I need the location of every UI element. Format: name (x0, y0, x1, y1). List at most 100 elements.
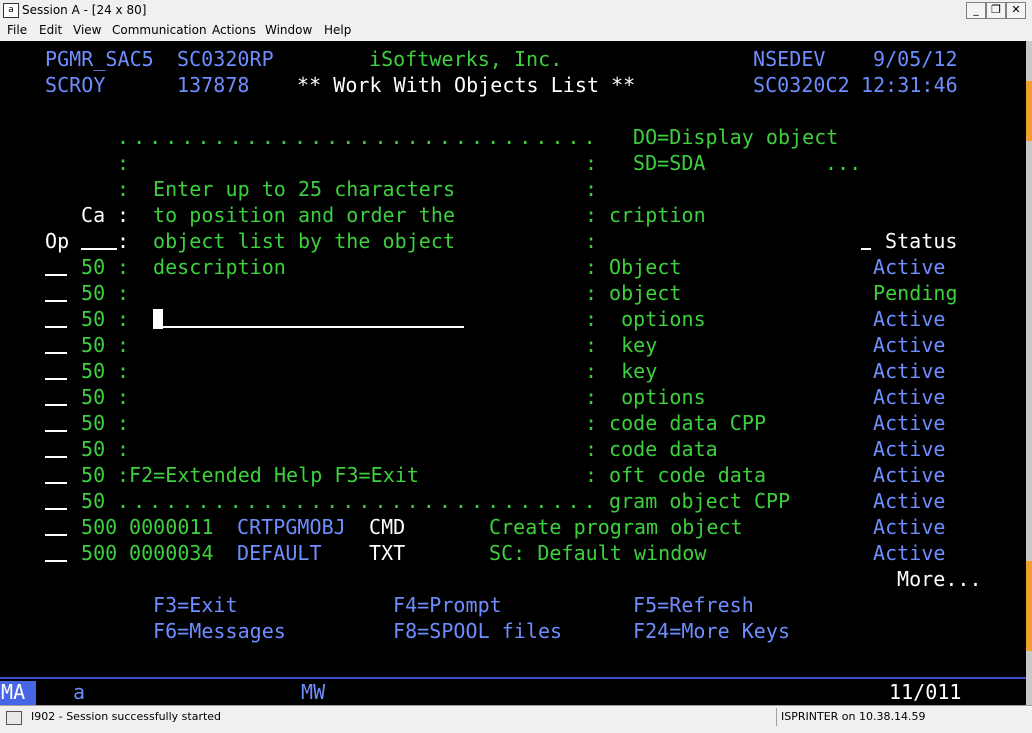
f6-messages-key[interactable]: F6=Messages (153, 618, 286, 644)
session-app-icon: a (3, 3, 19, 18)
popup-right-border: : (585, 411, 598, 435)
minimize-button[interactable]: _ (966, 2, 986, 19)
status-message: I902 - Session successfully started (31, 710, 222, 723)
popup-instruction-line: Enter up to 25 characters (153, 177, 456, 201)
row-status: Active (873, 463, 946, 487)
option-input[interactable] (45, 534, 67, 536)
column-header-ca: Ca (81, 203, 106, 227)
more-indicator: More... (897, 567, 982, 591)
popup-right-border: : (585, 437, 598, 461)
option-input[interactable] (45, 274, 67, 276)
popup-left-border: : (117, 151, 130, 175)
row-description: SC: Default window (489, 541, 707, 565)
row-number: 50 (81, 359, 106, 383)
menu-help[interactable]: Help (324, 23, 351, 37)
popup-left-border: : (117, 359, 130, 383)
position-description-input[interactable] (153, 326, 464, 328)
printer-status-panel: ISPRINTER on 10.38.14.59 (776, 708, 1027, 726)
option-input[interactable] (45, 326, 67, 328)
row-number: 500 (81, 515, 118, 539)
popup-instruction-line: to position and order the (153, 203, 456, 227)
restore-button[interactable]: ❐ (986, 2, 1006, 19)
row-number: 50 (81, 333, 106, 357)
option-input[interactable] (45, 508, 67, 510)
row-number: 50 (81, 411, 106, 435)
row-number: 50 (81, 489, 106, 513)
position-to-field[interactable] (81, 248, 117, 250)
option-display-object: DO=Display object (633, 125, 839, 149)
row-status: Active (873, 411, 946, 435)
option-input[interactable] (45, 378, 67, 380)
f4-prompt-key[interactable]: F4=Prompt (393, 592, 502, 618)
f3-exit-key[interactable]: F3=Exit (153, 592, 238, 618)
popup-right-border: : (585, 333, 598, 357)
popup-instruction-line: description (153, 255, 286, 279)
row-status: Active (873, 385, 946, 409)
menu-view[interactable]: View (73, 23, 101, 37)
row-status: Active (873, 437, 946, 461)
popup-instruction-line: object list by the object (153, 229, 456, 253)
oia-mw-indicator: MW (301, 680, 326, 704)
session-status-icon (6, 711, 22, 725)
popup-right-border: : (585, 203, 598, 227)
header-system: NSEDEV (753, 47, 826, 71)
option-sda: SD=SDA (633, 151, 706, 175)
popup-left-border: : (117, 463, 130, 487)
row-number: 50 (81, 281, 106, 305)
row-number: 50 (81, 385, 106, 409)
menu-bar: File Edit View Communication Actions Win… (0, 21, 1032, 41)
row-description: gram object CPP (609, 489, 791, 513)
neighbor-window-segment (1026, 81, 1032, 141)
header-time: 12:31:46 (861, 73, 958, 97)
option-input[interactable] (45, 352, 67, 354)
option-input[interactable] (45, 300, 67, 302)
row-number: 500 (81, 541, 118, 565)
f8-spool-files-key[interactable]: F8=SPOOL files (393, 618, 562, 644)
menu-file[interactable]: File (7, 23, 27, 37)
f24-more-keys-key[interactable]: F24=More Keys (633, 618, 790, 644)
row-description: Create program object (489, 515, 743, 539)
column-header-status: Status (885, 229, 958, 253)
popup-left-border: : (117, 177, 130, 201)
row-status: Active (873, 255, 946, 279)
popup-left-border: : (117, 281, 130, 305)
row-description: key (609, 359, 658, 383)
menu-communication[interactable]: Communication (112, 23, 207, 37)
row-object-name: CRTPGMOBJ (237, 515, 346, 539)
popup-right-border: : (585, 463, 598, 487)
operator-info-area: MA a MW 11/011 (0, 677, 1026, 705)
popup-right-border: : (585, 177, 598, 201)
oia-ma-indicator: MA (1, 680, 26, 704)
popup-left-border: : (117, 385, 130, 409)
row-status: Active (873, 359, 946, 383)
close-button[interactable]: ✕ (1006, 2, 1026, 19)
oia-cursor-position: 11/011 (889, 680, 962, 704)
popup-right-border: : (585, 359, 598, 383)
popup-right-border: : (585, 151, 598, 175)
row-description: Object (609, 255, 682, 279)
terminal-screen[interactable]: PGMR_SAC5 SC0320RP iSoftwerks, Inc. NSED… (0, 41, 1026, 705)
screen-title: ** Work With Objects List ** (297, 73, 636, 97)
option-input[interactable] (45, 482, 67, 484)
f5-refresh-key[interactable]: F5=Refresh (633, 592, 754, 618)
neighbor-window-segment (1026, 561, 1032, 651)
row-sequence: 0000034 (129, 541, 214, 565)
option-input[interactable] (45, 456, 67, 458)
option-input[interactable] (45, 430, 67, 432)
header-user: SCROY (45, 73, 106, 97)
option-input[interactable] (45, 560, 67, 562)
option-input[interactable] (45, 404, 67, 406)
popup-left-border: : (117, 203, 130, 227)
status-header-field[interactable] (861, 248, 871, 250)
column-header-description: cription (609, 203, 706, 227)
row-number: 50 (81, 437, 106, 461)
menu-edit[interactable]: Edit (39, 23, 62, 37)
row-status: Active (873, 515, 946, 539)
header-company: iSoftwerks, Inc. (369, 47, 563, 71)
menu-window[interactable]: Window (265, 23, 312, 37)
row-number: 50 (81, 307, 106, 331)
oia-session-letter: a (73, 680, 86, 704)
row-number: 50 (81, 463, 106, 487)
menu-actions[interactable]: Actions (212, 23, 256, 37)
row-object-name: DEFAULT (237, 541, 322, 565)
